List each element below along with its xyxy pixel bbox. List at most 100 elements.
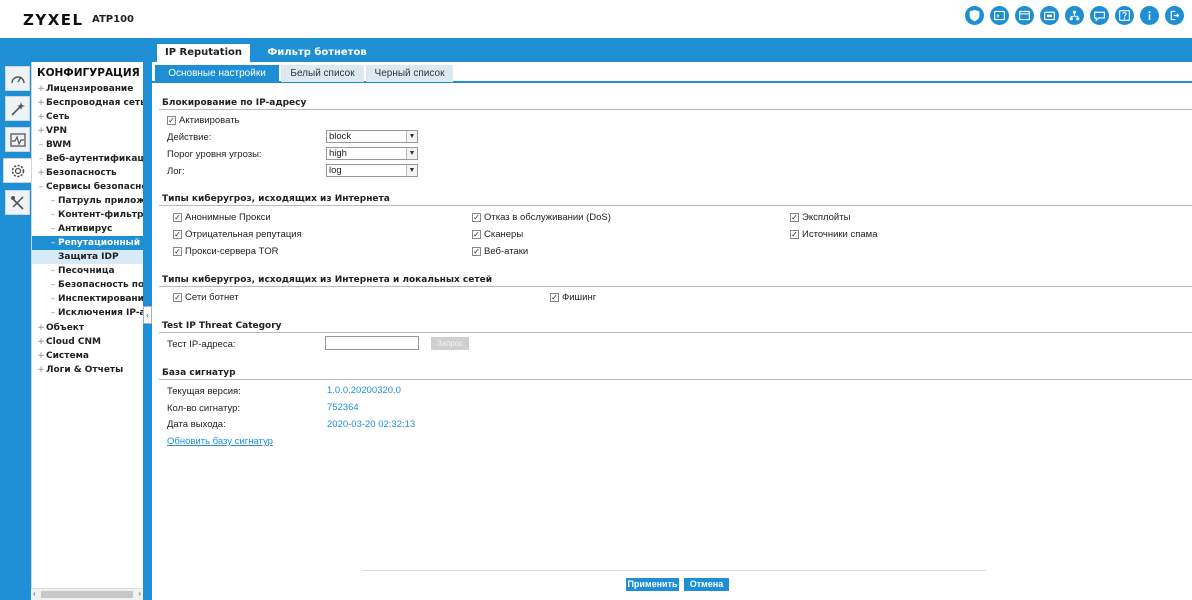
nav-item-sandbox[interactable]: – Песочница	[32, 264, 115, 278]
main-content: Блокирование по IP-адресу ✓ Активировать …	[152, 84, 1192, 600]
tab-ip-reputation[interactable]: IP Reputation	[157, 44, 250, 62]
nav-title: КОНФИГУРАЦИЯ	[37, 67, 140, 79]
terminal-icon[interactable]	[990, 6, 1009, 25]
zyxel-logo: ZYXEL	[23, 11, 84, 29]
chevron-down-icon: ▼	[406, 131, 417, 142]
nav-item-app-patrol[interactable]: –Патруль приложений	[32, 194, 143, 208]
test-ip-label: Тест IP-адреса:	[167, 339, 236, 350]
nav-item-cloud-cnm[interactable]: +Cloud CNM	[32, 335, 101, 349]
nav-item-bwm[interactable]: – BWM	[32, 138, 72, 152]
cloud-icon[interactable]	[1040, 6, 1059, 25]
test-ip-input[interactable]	[325, 336, 419, 350]
botnet-checkbox[interactable]: ✓ Сети ботнет	[173, 292, 239, 303]
query-button[interactable]: Запрос	[431, 337, 469, 350]
exploits-checkbox[interactable]: ✓ Эксплойты	[790, 212, 850, 223]
anon-proxy-checkbox[interactable]: ✓ Анонимные Прокси	[173, 212, 271, 223]
nav-item-logs-reports[interactable]: +Логи & Отчеты	[32, 363, 123, 377]
nav-item-system[interactable]: +Система	[32, 349, 89, 363]
nav-collapse-strip: ‹	[143, 62, 152, 600]
release-date-value: 2020-03-20 02:32:13	[327, 419, 416, 430]
log-select[interactable]: log ▼	[326, 164, 418, 177]
section-title-internet-threats: Типы киберугроз, исходящих из Интернета	[162, 194, 390, 204]
nav-item-security[interactable]: +Безопасность	[32, 166, 116, 180]
negative-reputation-checkbox[interactable]: ✓ Отрицательная репутация	[173, 229, 302, 240]
apply-button[interactable]: Применить	[626, 578, 679, 591]
shield-icon[interactable]	[965, 6, 984, 25]
section-title-local-threats: Типы киберугроз, исходящих из Интернета …	[162, 275, 492, 285]
nav-item-wireless[interactable]: +Беспроводная сеть	[32, 96, 143, 110]
scroll-left-icon[interactable]: ‹	[33, 589, 36, 598]
subtab-whitelist[interactable]: Белый список	[281, 65, 364, 82]
scroll-right-icon[interactable]: ›	[138, 589, 141, 598]
nav-item-vpn[interactable]: +VPN	[32, 124, 67, 138]
subtab-blacklist[interactable]: Черный список	[366, 65, 453, 82]
section-title-test: Test IP Threat Category	[162, 321, 282, 331]
nav-item-reputation-filter[interactable]: –Репутационный фильтр	[32, 236, 143, 250]
nav-item-network[interactable]: +Сеть	[32, 110, 69, 124]
phishing-checkbox[interactable]: ✓ Фишинг	[550, 292, 596, 303]
nav-horizontal-scrollbar[interactable]: ‹ ›	[31, 588, 143, 600]
chevron-down-icon: ▼	[406, 165, 417, 176]
signature-count-label: Кол-во сигнатур:	[167, 403, 241, 414]
scanners-checkbox[interactable]: ✓ Сканеры	[472, 229, 523, 240]
nav-item-licensing[interactable]: +Лицензирование	[32, 82, 133, 96]
nav-item-ssl-inspection[interactable]: –Инспектирование SSL	[32, 292, 143, 306]
checkbox-checked-icon: ✓	[472, 213, 481, 222]
nav-item-content-filter[interactable]: – Контент-фильтр	[32, 208, 143, 222]
checkbox-checked-icon: ✓	[472, 230, 481, 239]
checkbox-checked-icon: ✓	[790, 230, 799, 239]
divider	[159, 205, 1192, 206]
threat-level-label: Порог уровня угрозы:	[167, 149, 262, 160]
current-version-label: Текущая версия:	[167, 386, 241, 397]
action-label: Действие:	[167, 132, 212, 143]
nav-item-object[interactable]: +Объект	[32, 321, 84, 335]
collapse-nav-icon[interactable]: ‹	[143, 306, 152, 324]
monitor-icon[interactable]	[5, 127, 30, 152]
subtab-basic-settings[interactable]: Основные настройки	[155, 65, 279, 82]
header-icon-group	[965, 6, 1184, 25]
activate-checkbox[interactable]: ✓ Активировать	[167, 115, 240, 126]
logout-icon[interactable]	[1165, 6, 1184, 25]
nav-item-web-auth[interactable]: –Веб-аутентификация	[32, 152, 143, 166]
maintenance-tools-icon[interactable]	[5, 190, 30, 215]
web-attacks-checkbox[interactable]: ✓ Веб-атаки	[472, 246, 528, 257]
divider	[159, 286, 1192, 287]
console-icon[interactable]	[1015, 6, 1034, 25]
checkbox-checked-icon: ✓	[173, 213, 182, 222]
header-bar: ZYXEL ATP100	[0, 0, 1192, 38]
nav-item-mail-security[interactable]: –Безопасность почты	[32, 278, 143, 292]
scrollbar-thumb[interactable]	[41, 591, 133, 598]
nav-item-idp[interactable]: Защита IDP	[32, 250, 143, 264]
tor-proxy-checkbox[interactable]: ✓ Прокси-сервера TOR	[173, 246, 279, 257]
log-label: Лог:	[167, 166, 185, 177]
checkbox-checked-icon: ✓	[173, 230, 182, 239]
chat-icon[interactable]	[1090, 6, 1109, 25]
dos-checkbox[interactable]: ✓ Отказ в обслуживании (DoS)	[472, 212, 611, 223]
checkbox-checked-icon: ✓	[550, 293, 559, 302]
nav-item-ip-exceptions[interactable]: –Исключения IP-адресов	[32, 306, 143, 320]
side-icon-bar	[0, 62, 32, 600]
section-title-signatures: База сигнатур	[162, 368, 236, 378]
network-icon[interactable]	[1065, 6, 1084, 25]
nav-item-antivirus[interactable]: – Антивирус	[32, 222, 113, 236]
wizard-icon[interactable]	[5, 96, 30, 121]
info-icon[interactable]	[1140, 6, 1159, 25]
help-icon[interactable]	[1115, 6, 1134, 25]
device-model: ATP100	[92, 14, 134, 25]
spam-sources-checkbox[interactable]: ✓ Источники спама	[790, 229, 878, 240]
section-title-blocking: Блокирование по IP-адресу	[162, 98, 307, 108]
threat-level-select[interactable]: high ▼	[326, 147, 418, 160]
release-date-label: Дата выхода:	[167, 419, 226, 430]
nav-item-security-services[interactable]: –Сервисы безопасности	[32, 180, 143, 194]
current-version-value: 1.0.0.20200320.0	[327, 385, 401, 396]
signature-count-value: 752364	[327, 402, 359, 413]
dashboard-icon[interactable]	[5, 66, 30, 91]
tab-botnet-filter[interactable]: Фильтр ботнетов	[262, 44, 372, 62]
configuration-nav: КОНФИГУРАЦИЯ +Лицензирование +Беспроводн…	[31, 62, 143, 600]
update-signatures-link[interactable]: Обновить базу сигнатур	[167, 436, 273, 447]
action-select[interactable]: block ▼	[326, 130, 418, 143]
cancel-button[interactable]: Отмена	[684, 578, 729, 591]
divider	[159, 379, 1192, 380]
configuration-gear-icon[interactable]	[3, 158, 32, 183]
checkbox-checked-icon: ✓	[472, 247, 481, 256]
